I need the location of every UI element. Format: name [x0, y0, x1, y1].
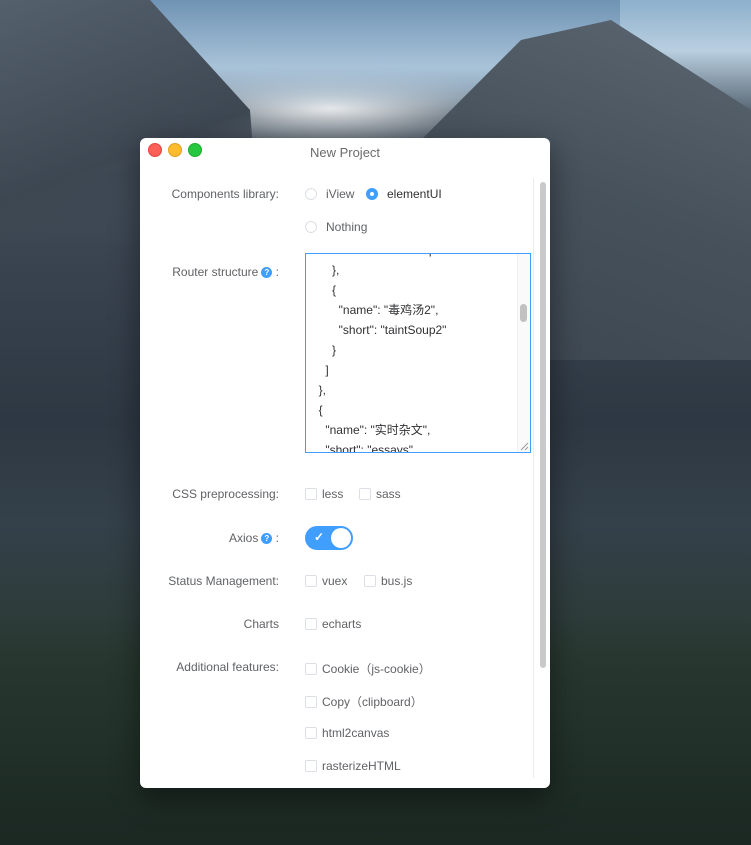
checkbox-vuex[interactable]: vuex	[305, 574, 347, 588]
check-icon: ✓	[314, 530, 325, 544]
checkbox-box	[305, 662, 317, 675]
window-title: New Project	[309, 145, 381, 160]
checkbox-copy[interactable]: Copy（clipboard）	[305, 693, 423, 710]
new-project-window: New Project Components library: iView el…	[140, 138, 550, 788]
components-library-label: Components library:	[171, 187, 279, 201]
toggle-knob	[331, 528, 351, 548]
form-content: Components library: iView elementUI Noth…	[140, 166, 536, 788]
radio-circle	[305, 188, 317, 200]
charts-label: Charts	[243, 617, 279, 631]
status-management-label: Status Management:	[168, 574, 279, 588]
checkbox-box	[305, 727, 317, 739]
additional-features-label: Additional features:	[176, 660, 279, 674]
router-structure-label: Router structure? :	[172, 265, 279, 279]
router-structure-code: "short": "taintSoup1" }, { "name": "毒鸡汤2…	[318, 254, 447, 453]
checkbox-rasterizehtml[interactable]: rasterizeHTML	[305, 759, 401, 773]
checkbox-sass[interactable]: sass	[359, 487, 401, 501]
radio-circle	[305, 221, 317, 233]
checkbox-cookie[interactable]: Cookie（js-cookie）	[305, 660, 431, 677]
checkbox-box	[364, 575, 376, 587]
checkbox-box	[305, 618, 317, 630]
css-preprocessing-label: CSS preprocessing:	[172, 487, 279, 501]
scrollbar-track	[533, 178, 534, 778]
checkbox-box	[305, 575, 317, 587]
router-structure-textarea[interactable]: "short": "taintSoup1" }, { "name": "毒鸡汤2…	[305, 253, 531, 453]
help-icon[interactable]: ?	[261, 533, 273, 544]
radio-elementui[interactable]: elementUI	[366, 187, 442, 201]
window-scroll-thumb[interactable]	[540, 182, 546, 668]
textarea-scrollbar[interactable]	[517, 254, 530, 452]
textarea-scroll-thumb[interactable]	[520, 304, 527, 322]
axios-toggle[interactable]: ✓	[305, 526, 353, 550]
checkbox-box	[305, 760, 317, 772]
checkbox-box	[359, 488, 371, 500]
title-bar[interactable]: New Project	[140, 138, 550, 166]
help-icon[interactable]: ?	[261, 267, 273, 278]
checkbox-html2canvas[interactable]: html2canvas	[305, 726, 389, 740]
checkbox-echarts[interactable]: echarts	[305, 617, 361, 631]
checkbox-busjs[interactable]: bus.js	[364, 574, 412, 588]
checkbox-box	[305, 695, 317, 708]
radio-circle	[366, 188, 378, 200]
axios-label: Axios? :	[228, 531, 279, 545]
checkbox-less[interactable]: less	[305, 487, 343, 501]
radio-iview[interactable]: iView	[305, 187, 354, 201]
resize-grip-icon[interactable]	[519, 441, 529, 451]
window-scrollbar[interactable]	[533, 178, 548, 778]
radio-nothing[interactable]: Nothing	[305, 220, 367, 234]
checkbox-box	[305, 488, 317, 500]
